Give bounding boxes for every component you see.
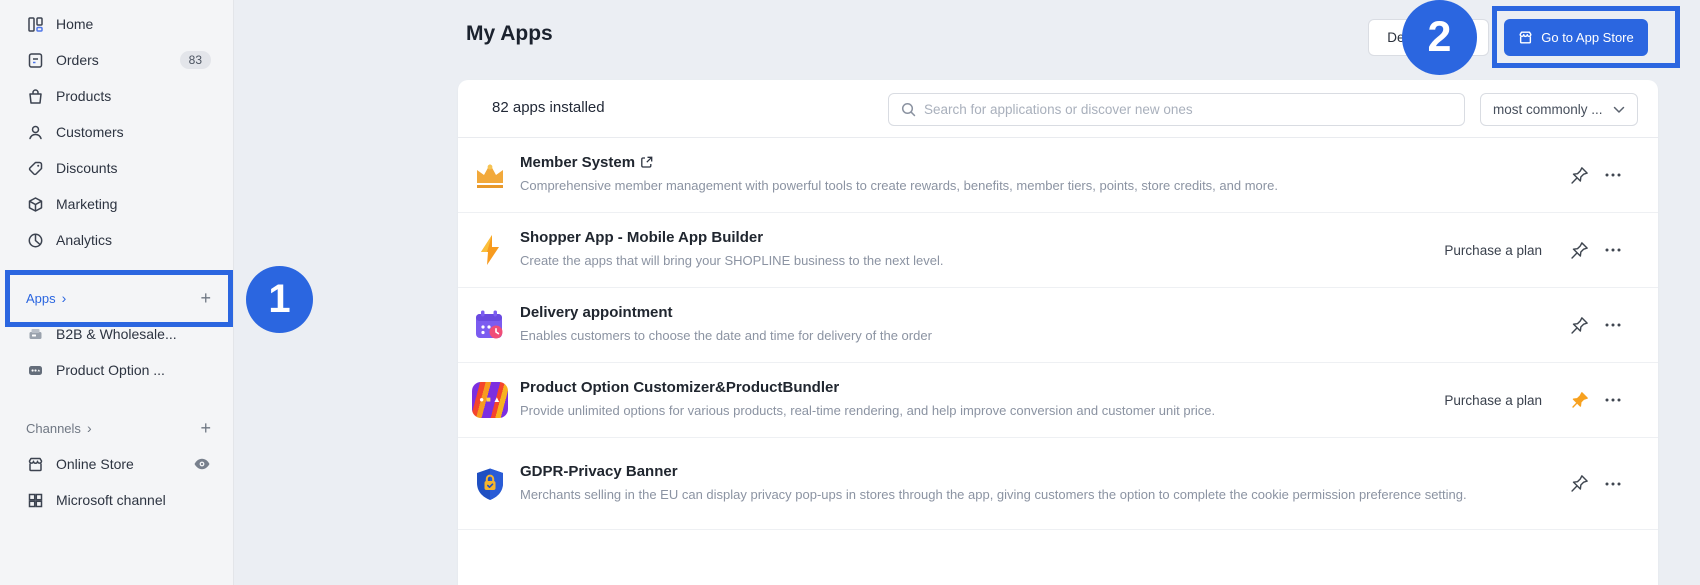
app-row-gdpr-privacy-banner[interactable]: GDPR-Privacy Banner Merchants selling in… [458,438,1658,530]
app-name: GDPR-Privacy Banner [520,463,678,480]
app-text: Member System Comprehensive member manag… [520,154,1542,196]
app-text: Delivery appointment Enables customers t… [520,304,1542,346]
sidebar-item-orders[interactable]: Orders 83 [0,42,233,78]
add-app-button[interactable]: + [200,288,211,309]
more-actions-button[interactable] [1600,162,1626,188]
more-actions-button[interactable] [1600,237,1626,263]
pin-button[interactable] [1566,162,1592,188]
app-description: Create the apps that will bring your SHO… [520,252,1420,271]
product-option-customizer-app-icon: ● ■ ▲ [472,382,508,418]
orders-count-badge: 83 [180,51,211,69]
marketing-icon [26,195,44,213]
pin-button[interactable] [1566,312,1592,338]
sidebar-item-label: Online Store [56,456,134,472]
app-row-delivery-appointment[interactable]: Delivery appointment Enables customers t… [458,288,1658,363]
sidebar-section-apps[interactable]: Apps › + [0,280,233,316]
app-row-member-system[interactable]: Member System Comprehensive member manag… [458,138,1658,213]
channels-section-label: Channels [26,421,81,436]
page-title: My Apps [466,22,553,46]
sidebar-item-label: Analytics [56,232,112,248]
app-description: Comprehensive member management with pow… [520,177,1542,196]
member-system-app-icon [472,157,508,193]
app-row-shopper-app[interactable]: Shopper App - Mobile App Builder Create … [458,213,1658,288]
step1-badge: 1 [246,266,313,333]
app-text: Product Option Customizer&ProductBundler… [520,379,1420,421]
home-icon [26,15,44,33]
pin-button[interactable] [1566,471,1592,497]
sidebar-item-label: B2B & Wholesale... [56,326,177,342]
sidebar-item-products[interactable]: Products [0,78,233,114]
delivery-appointment-app-icon [472,307,508,343]
add-channel-button[interactable]: + [200,418,211,439]
sidebar-item-discounts[interactable]: Discounts [0,150,233,186]
sidebar-item-label: Discounts [56,160,117,176]
search-icon [901,102,916,117]
chevron-down-icon [1613,106,1625,114]
app-search-box[interactable] [888,93,1465,126]
more-actions-button[interactable] [1600,471,1626,497]
product-option-app-icon [26,361,44,379]
sidebar-item-label: Microsoft channel [56,492,166,508]
purchase-plan-link[interactable]: Purchase a plan [1444,393,1542,408]
sidebar-item-online-store[interactable]: Online Store [0,446,233,482]
app-text: GDPR-Privacy Banner Merchants selling in… [520,463,1542,505]
app-name: Member System [520,154,635,171]
develop-apps-button[interactable]: Develop apps [1368,19,1489,56]
discounts-icon [26,159,44,177]
sidebar-item-home[interactable]: Home [0,6,233,42]
more-actions-button[interactable] [1600,312,1626,338]
go-to-app-store-button[interactable]: Go to App Store [1504,19,1648,56]
app-name: Shopper App - Mobile App Builder [520,229,763,246]
sidebar-item-customers[interactable]: Customers [0,114,233,150]
b2b-app-icon [26,325,44,343]
chevron-right-icon: › [87,421,92,435]
sidebar-item-label: Orders [56,52,99,68]
sidebar-item-b2b-wholesale[interactable]: B2B & Wholesale... [0,316,233,352]
shopper-app-icon [472,232,508,268]
customers-icon [26,123,44,141]
app-description: Enables customers to choose the date and… [520,327,1542,346]
sidebar-item-microsoft-channel[interactable]: Microsoft channel [0,482,233,518]
sidebar-section-channels[interactable]: Channels › + [0,410,233,446]
app-text: Shopper App - Mobile App Builder Create … [520,229,1420,271]
sidebar-item-label: Product Option ... [56,362,165,378]
storefront-icon [26,455,44,473]
sort-dropdown[interactable]: most commonly ... [1480,93,1638,126]
analytics-icon [26,231,44,249]
chevron-right-icon: › [62,291,67,305]
go-to-app-store-label: Go to App Store [1541,30,1634,45]
products-icon [26,87,44,105]
app-description: Merchants selling in the EU can display … [520,486,1542,505]
chevron-down-icon[interactable] [1440,106,1452,114]
storefront-icon [1518,30,1533,45]
external-link-icon[interactable] [640,156,653,169]
sidebar-item-analytics[interactable]: Analytics [0,222,233,258]
app-description: Provide unlimited options for various pr… [520,402,1420,421]
more-actions-button[interactable] [1600,387,1626,413]
microsoft-channel-icon [26,491,44,509]
card-header: 82 apps installed most commonly ... [458,80,1658,138]
pin-button[interactable] [1566,237,1592,263]
search-input[interactable] [924,102,1432,117]
app-row-product-option-customizer[interactable]: ● ■ ▲ Product Option Customizer&ProductB… [458,363,1658,438]
sort-selected-value: most commonly ... [1493,102,1603,117]
sidebar-item-label: Home [56,16,93,32]
installed-count: 82 apps installed [492,99,605,116]
apps-section-label: Apps [26,291,56,306]
sidebar-item-label: Customers [56,124,124,140]
sidebar-item-product-option[interactable]: Product Option ... [0,352,233,388]
orders-icon [26,51,44,69]
purchase-plan-link[interactable]: Purchase a plan [1444,243,1542,258]
pin-button-active[interactable] [1566,387,1592,413]
sidebar-item-label: Products [56,88,111,104]
my-apps-card: 82 apps installed most commonly ... Memb… [458,80,1658,585]
sidebar: Home Orders 83 Products Customers Discou… [0,0,234,585]
visibility-eye-icon[interactable] [193,455,211,473]
app-name: Delivery appointment [520,304,673,321]
sidebar-item-marketing[interactable]: Marketing [0,186,233,222]
gdpr-privacy-app-icon [472,466,508,502]
sidebar-item-label: Marketing [56,196,117,212]
app-name: Product Option Customizer&ProductBundler [520,379,839,396]
